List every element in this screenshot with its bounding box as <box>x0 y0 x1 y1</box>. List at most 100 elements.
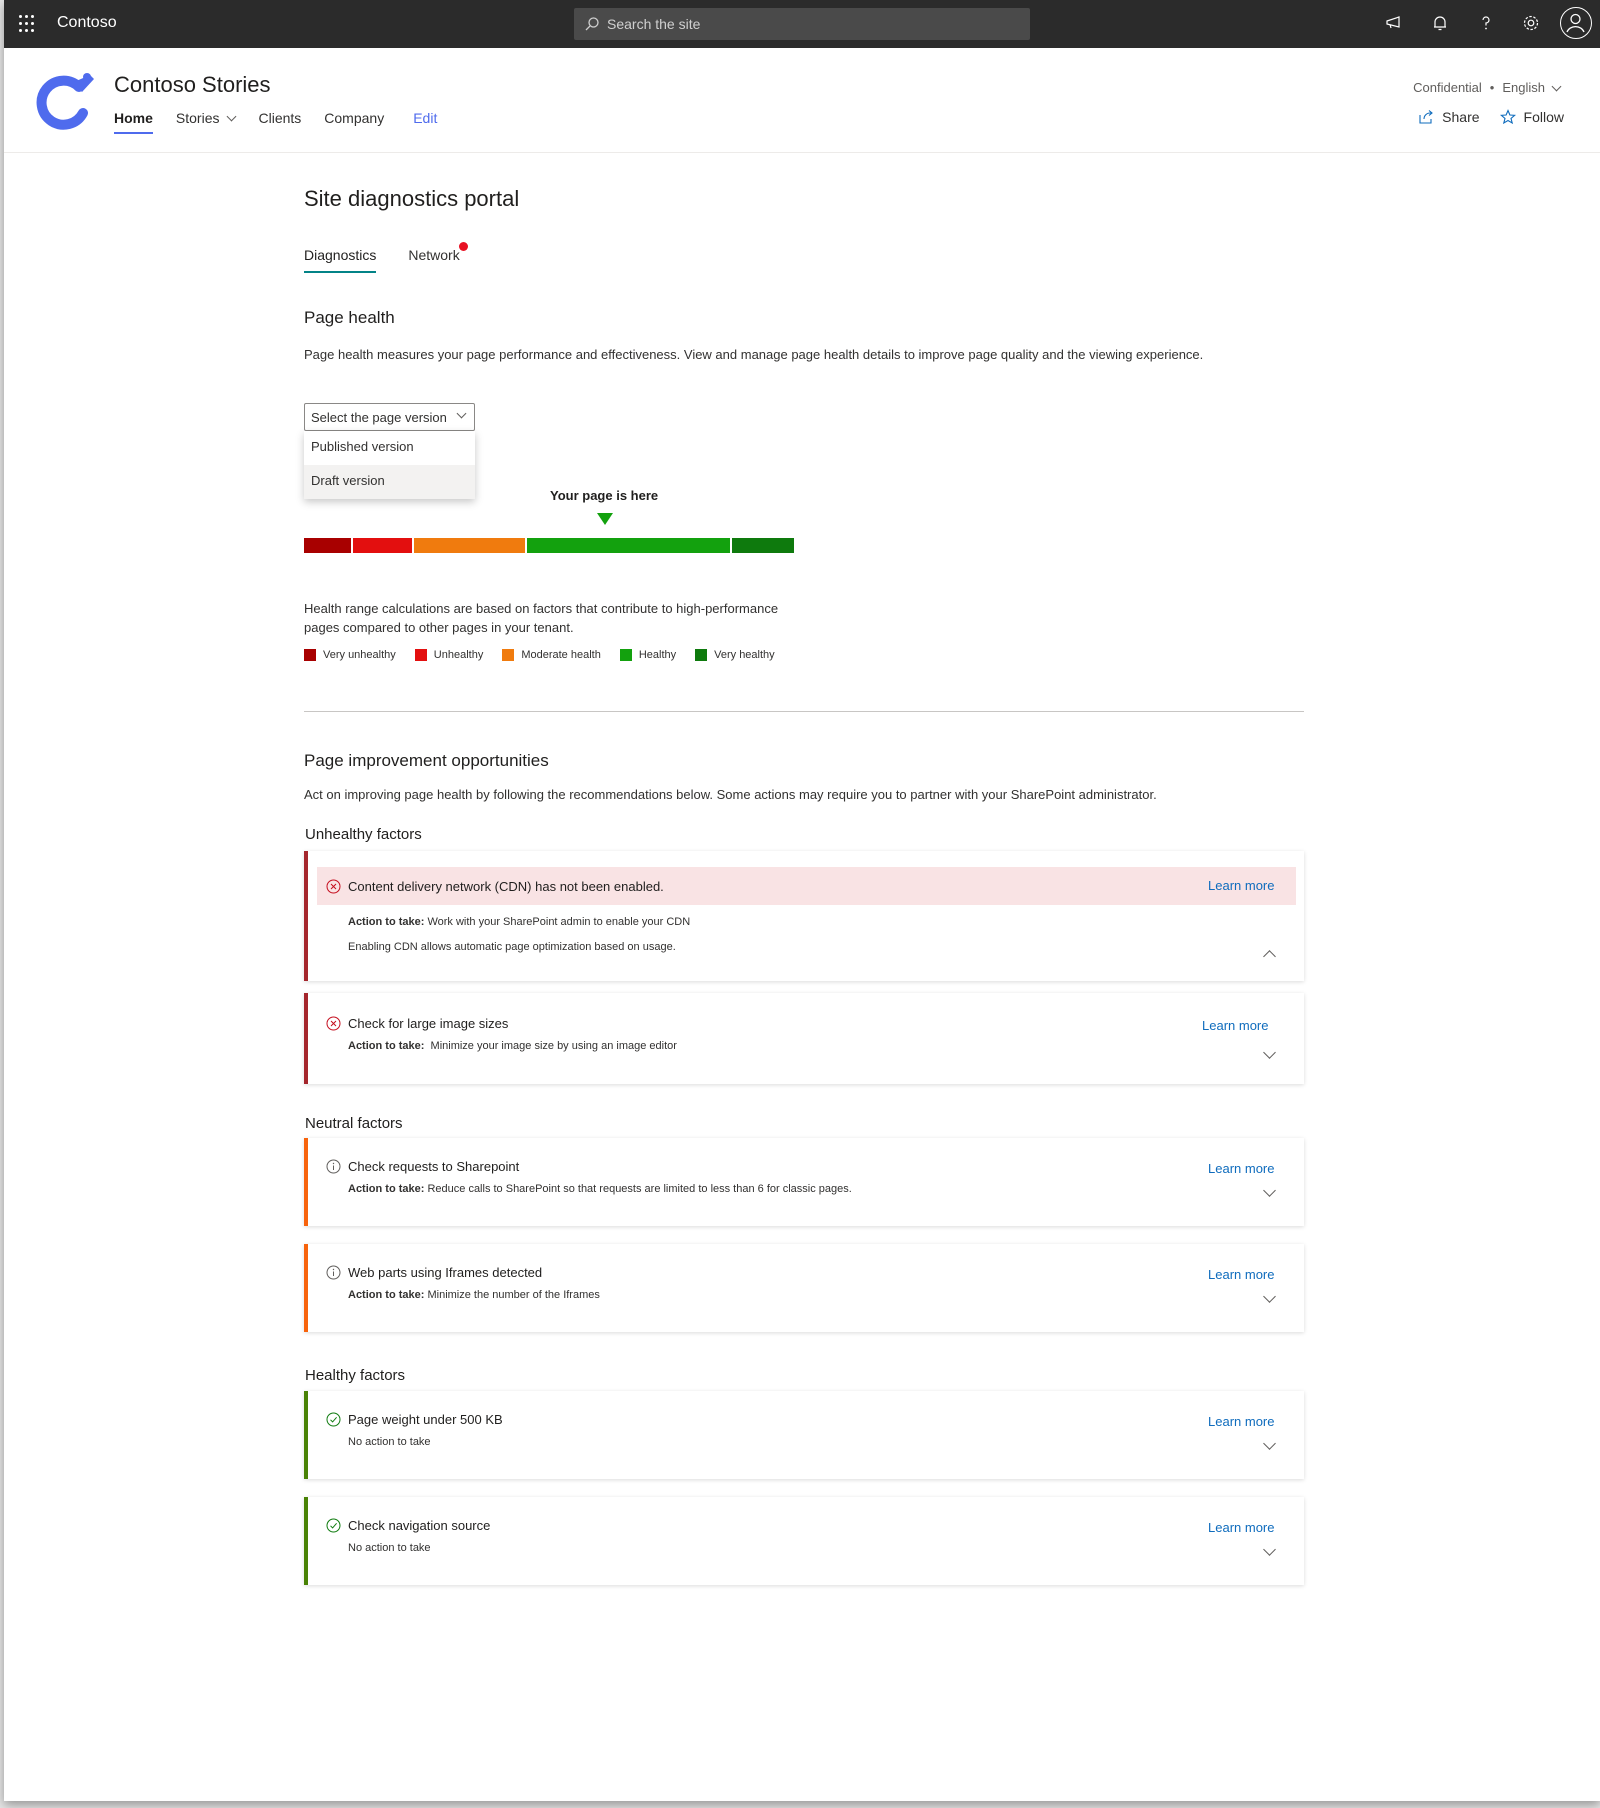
legend-swatch <box>414 649 427 661</box>
legend-swatch <box>502 649 515 661</box>
check-circle-icon <box>326 1518 341 1533</box>
star-icon <box>1499 109 1516 125</box>
factor-action: Action to take: Minimize your image size… <box>348 1040 677 1052</box>
chevron-down-icon[interactable] <box>1263 1437 1276 1450</box>
factor-action: Action to take: Reduce calls to SharePoi… <box>348 1183 852 1195</box>
factor-title: Web parts using Iframes detected <box>348 1265 543 1280</box>
tab-diagnostics[interactable]: Diagnostics <box>304 247 377 273</box>
action-label: Action to take: <box>348 1289 425 1301</box>
share-button[interactable]: Share <box>1418 109 1480 125</box>
health-range-note-line: Health range calculations are based on f… <box>304 601 779 616</box>
chevron-down-icon[interactable] <box>1263 1290 1276 1303</box>
site-title[interactable]: Contoso Stories <box>114 72 271 98</box>
nav-item-home[interactable]: Home <box>114 110 153 134</box>
chevron-down-icon[interactable] <box>1263 1543 1276 1556</box>
action-text: Reduce calls to SharePoint so that reque… <box>427 1183 852 1195</box>
neutral-factors-heading: Neutral factors <box>305 1115 403 1132</box>
action-label: Action to take: <box>348 916 425 928</box>
error-circle-icon <box>326 1016 341 1031</box>
nav-item-clients[interactable]: Clients <box>258 110 301 134</box>
legend-item: Very unhealthy <box>304 649 396 661</box>
follow-button[interactable]: Follow <box>1499 109 1564 125</box>
action-text: Minimize your image size by using an ima… <box>430 1040 677 1052</box>
app-launcher-icon[interactable] <box>19 15 37 33</box>
option-draft-version[interactable]: Draft version <box>304 465 475 499</box>
health-bar-segment <box>414 538 525 553</box>
learn-more-link[interactable]: Learn more <box>1208 1161 1274 1176</box>
health-range-note: Health range calculations are based on f… <box>304 599 778 637</box>
chevron-down-icon <box>227 111 237 122</box>
legend-label: Very healthy <box>714 649 775 661</box>
factor-card-page-weight: Page weight under 500 KB Learn more No a… <box>304 1391 1304 1479</box>
classification-label: Confidential <box>1413 80 1482 95</box>
improvements-heading: Page improvement opportunities <box>304 751 549 770</box>
legend-label: Very unhealthy <box>323 649 396 661</box>
page-health-description: Page health measures your page performan… <box>304 347 1204 362</box>
action-label: Action to take: <box>348 1040 425 1052</box>
legend-item: Moderate health <box>502 649 601 661</box>
error-circle-icon <box>326 879 341 894</box>
browser-page: Contoso Search the site Contoso Stories … <box>4 0 1600 1801</box>
tab-network[interactable]: Network <box>408 242 468 273</box>
factor-title: Check for large image sizes <box>348 1016 509 1031</box>
action-text: Work with your SharePoint admin to enabl… <box>427 916 691 928</box>
language-selector[interactable]: English <box>1502 80 1545 95</box>
share-icon <box>1419 110 1434 124</box>
nav-item-label: Home <box>114 110 153 126</box>
tab-list: Diagnostics Network <box>304 242 492 273</box>
indicator-label: Your page is here <box>550 488 659 503</box>
chevron-down-icon <box>1551 81 1562 91</box>
health-legend: Very unhealthy Unhealthy Moderate health He… <box>304 649 794 661</box>
learn-more-link[interactable]: Learn more <box>1202 1018 1268 1033</box>
legend-swatch <box>304 649 316 661</box>
health-bar-segment <box>304 538 351 553</box>
learn-more-link[interactable]: Learn more <box>1208 1520 1274 1535</box>
legend-swatch <box>695 649 708 661</box>
learn-more-link[interactable]: Learn more <box>1208 1414 1274 1429</box>
bell-icon[interactable] <box>1430 13 1452 35</box>
edit-nav-link[interactable]: Edit <box>413 110 437 134</box>
unhealthy-factors-heading: Unhealthy factors <box>305 826 422 843</box>
action-text: Minimize the number of the Iframes <box>427 1289 600 1301</box>
factor-action: No action to take <box>348 1542 431 1554</box>
chevron-down-icon[interactable] <box>1263 1184 1276 1197</box>
factor-card-navigation-source: Check navigation source Learn more No ac… <box>304 1497 1304 1585</box>
legend-item: Very healthy <box>695 649 775 661</box>
chevron-down-icon[interactable] <box>1263 1046 1276 1059</box>
legend-label: Unhealthy <box>433 649 484 661</box>
separator-dot: • <box>1489 80 1495 95</box>
legend-item: Healthy <box>619 649 676 661</box>
factor-action: No action to take <box>348 1436 431 1448</box>
tab-label: Network <box>408 247 460 263</box>
healthy-factors-heading: Healthy factors <box>305 1367 406 1384</box>
nav-item-label: Stories <box>175 110 220 126</box>
nav-item-company[interactable]: Company <box>324 110 384 134</box>
health-range-note-line: pages compared to other pages in your te… <box>304 620 574 635</box>
brand-name[interactable]: Contoso <box>57 14 117 32</box>
site-actions: Share Follow <box>1398 109 1564 125</box>
site-header: Contoso Stories Home Stories Clients Com… <box>4 48 1600 153</box>
settings-gear-icon[interactable] <box>1521 13 1543 35</box>
search-icon <box>585 17 599 31</box>
check-circle-icon <box>326 1412 341 1427</box>
option-published-version[interactable]: Published version <box>304 431 475 465</box>
help-icon[interactable] <box>1476 13 1498 35</box>
megaphone-icon[interactable] <box>1384 13 1406 35</box>
learn-more-link[interactable]: Learn more <box>1208 878 1274 893</box>
nav-item-label: Company <box>324 110 385 126</box>
factor-title: Page weight under 500 KB <box>348 1412 503 1427</box>
suite-bar: Contoso Search the site <box>4 0 1600 48</box>
chevron-up-icon[interactable] <box>1263 950 1276 963</box>
site-navigation: Home Stories Clients Company Edit <box>114 110 460 134</box>
page-version-dropdown[interactable]: Select the page version <box>304 403 475 431</box>
info-icon <box>326 1159 341 1174</box>
search-placeholder: Search the site <box>607 16 701 32</box>
factor-title: Check requests to Sharepoint <box>348 1159 520 1174</box>
page-health-heading: Page health <box>304 308 395 327</box>
search-input[interactable]: Search the site <box>574 8 1030 40</box>
site-logo-icon[interactable] <box>32 68 98 134</box>
account-avatar-icon[interactable] <box>1560 7 1592 39</box>
learn-more-link[interactable]: Learn more <box>1208 1267 1274 1282</box>
tab-label: Diagnostics <box>304 247 377 263</box>
nav-item-stories[interactable]: Stories <box>175 110 237 134</box>
